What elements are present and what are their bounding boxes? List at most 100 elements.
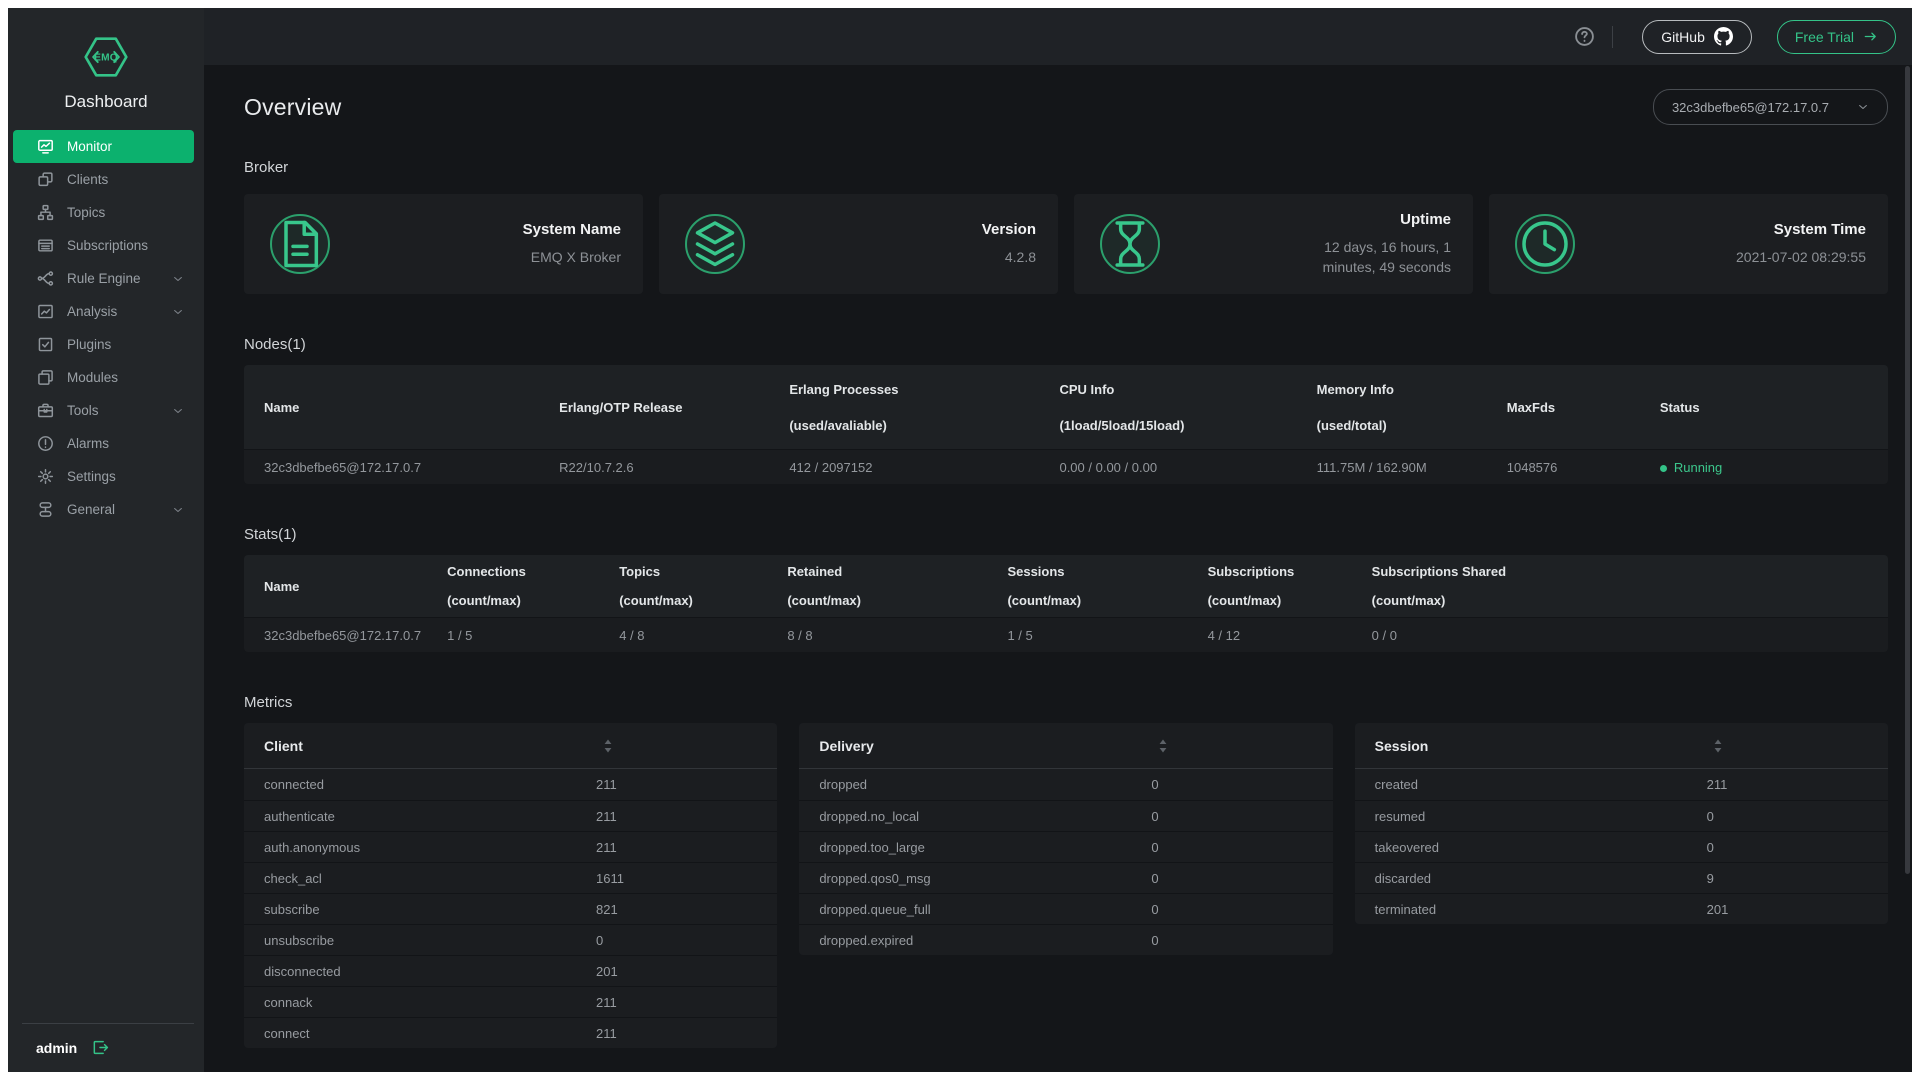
- metric-row: dropped.too_large0: [799, 831, 1332, 862]
- node-selector-dropdown[interactable]: 32c3dbefbe65@172.17.0.7: [1653, 89, 1888, 125]
- free-trial-button[interactable]: Free Trial: [1777, 20, 1896, 54]
- scrollbar[interactable]: [1905, 66, 1910, 874]
- chevron-down-icon: [172, 504, 184, 516]
- sidebar-item-plugins[interactable]: Plugins: [13, 328, 194, 361]
- status-dot: [1660, 465, 1667, 472]
- sort-icon[interactable]: [1158, 738, 1168, 754]
- sidebar-item-label: Clients: [67, 172, 108, 187]
- table-cell: 412 / 2097152: [769, 460, 1039, 475]
- column-subtitle: (count/max): [1007, 593, 1177, 608]
- help-icon[interactable]: [1574, 26, 1595, 47]
- hourglass-icon: [1100, 214, 1160, 274]
- metric-row: discarded9: [1355, 862, 1888, 893]
- metric-name: dropped.expired: [799, 933, 1151, 948]
- column-header: Connections(count/max): [427, 555, 599, 617]
- emqx-logo[interactable]: EMQ: [77, 32, 135, 82]
- github-button[interactable]: GitHub: [1642, 20, 1752, 54]
- metric-name: created: [1355, 777, 1707, 792]
- topbar-divider: [1612, 26, 1613, 48]
- table-header: NameErlang/OTP ReleaseErlang Processes(u…: [244, 365, 1888, 449]
- table-cell: 1 / 5: [987, 628, 1187, 643]
- metrics-table-title: Delivery: [819, 738, 1158, 754]
- metric-value: 201: [1707, 902, 1888, 917]
- column-title: Subscriptions Shared: [1372, 564, 1878, 579]
- table-cell: R22/10.7.2.6: [539, 460, 769, 475]
- monitor-icon: [37, 138, 54, 155]
- column-title: Topics: [619, 564, 757, 579]
- broker-cards: System NameEMQ X BrokerVersion4.2.8Uptim…: [244, 194, 1888, 294]
- sidebar-item-settings[interactable]: Settings: [13, 460, 194, 493]
- overview-page: Overview 32c3dbefbe65@172.17.0.7 Broker …: [204, 65, 1912, 1072]
- dashboard-title: Dashboard: [8, 92, 204, 112]
- metric-name: unsubscribe: [244, 933, 596, 948]
- settings-icon: [37, 468, 54, 485]
- sort-icon[interactable]: [603, 738, 613, 754]
- column-subtitle: (1load/5load/15load): [1059, 418, 1286, 433]
- column-header: CPU Info (1load/5load/15load): [1039, 365, 1296, 449]
- metrics-table-client: Clientconnected211authenticate211auth.an…: [244, 723, 777, 1048]
- sidebar-item-label: Alarms: [67, 436, 109, 451]
- column-title: MaxFds: [1507, 400, 1630, 415]
- broker-card-value: 2021-07-02 08:29:55: [1736, 247, 1866, 267]
- metric-value: 0: [1151, 840, 1332, 855]
- metric-row: connect211: [244, 1017, 777, 1048]
- clients-icon: [37, 171, 54, 188]
- metric-row: subscribe821: [244, 893, 777, 924]
- broker-section-title: Broker: [244, 159, 1888, 176]
- column-header: Subscriptions(count/max): [1188, 555, 1352, 617]
- column-subtitle: (count/max): [447, 593, 589, 608]
- broker-card-text: System Time 2021-07-02 08:29:55: [1736, 221, 1866, 267]
- sidebar-item-clients[interactable]: Clients: [13, 163, 194, 196]
- table-cell: 8 / 8: [767, 628, 987, 643]
- table-cell: 32c3dbefbe65@172.17.0.7: [244, 628, 427, 643]
- user-bar: admin: [8, 1023, 204, 1072]
- sidebar-item-subscriptions[interactable]: Subscriptions: [13, 229, 194, 262]
- sidebar-item-analysis[interactable]: Analysis: [13, 295, 194, 328]
- topbar: GitHub Free Trial: [204, 8, 1912, 65]
- metric-value: 211: [1707, 777, 1888, 792]
- metric-value: 821: [596, 902, 777, 917]
- metric-row: created211: [1355, 769, 1888, 800]
- sidebar-item-general[interactable]: General: [13, 493, 194, 526]
- metric-row: dropped.expired0: [799, 924, 1332, 955]
- general-icon: [37, 501, 54, 518]
- metric-name: connected: [244, 777, 596, 792]
- sidebar-item-tools[interactable]: Tools: [13, 394, 194, 427]
- stats-section: Stats(1) NameConnections(count/max)Topic…: [244, 526, 1888, 652]
- github-button-label: GitHub: [1661, 29, 1705, 45]
- broker-section: Broker System NameEMQ X BrokerVersion4.2…: [244, 159, 1888, 294]
- table-cell: 32c3dbefbe65@172.17.0.7: [244, 460, 539, 475]
- sidebar-item-label: Monitor: [67, 139, 112, 154]
- metrics-table-title: Session: [1375, 738, 1714, 754]
- main-area: GitHub Free Trial Overview 32c3dbefbe65@…: [204, 8, 1912, 1072]
- metric-row: authenticate211: [244, 800, 777, 831]
- broker-card-value: 12 days, 16 hours, 1 minutes, 49 seconds: [1276, 237, 1451, 278]
- column-title: Retained: [787, 564, 977, 579]
- metric-value: 9: [1707, 871, 1888, 886]
- metric-row: terminated201: [1355, 893, 1888, 924]
- table-cell: 1048576: [1487, 460, 1640, 475]
- metric-row: connack211: [244, 986, 777, 1017]
- metrics-table-header: Session: [1355, 723, 1888, 769]
- sidebar-item-rule-engine[interactable]: Rule Engine: [13, 262, 194, 295]
- sort-icon[interactable]: [1713, 738, 1723, 754]
- sidebar-menu: Monitor Clients TopicsSubscriptionsRule En…: [8, 130, 204, 1023]
- metric-name: discarded: [1355, 871, 1707, 886]
- metric-value: 211: [596, 777, 777, 792]
- sidebar-item-topics[interactable]: Topics: [13, 196, 194, 229]
- metric-name: takeovered: [1355, 840, 1707, 855]
- metric-name: disconnected: [244, 964, 596, 979]
- nodes-table: NameErlang/OTP ReleaseErlang Processes(u…: [244, 365, 1888, 484]
- table-cell: 1 / 5: [427, 628, 599, 643]
- metric-row: resumed0: [1355, 800, 1888, 831]
- logout-icon[interactable]: [92, 1039, 109, 1056]
- sidebar-item-alarms[interactable]: Alarms: [13, 427, 194, 460]
- sidebar-item-modules[interactable]: Modules: [13, 361, 194, 394]
- broker-card-title: System Time: [1736, 221, 1866, 238]
- broker-card-title: System Name: [523, 221, 621, 238]
- analysis-icon: [37, 303, 54, 320]
- column-title: CPU Info: [1059, 382, 1286, 397]
- arrow-right-icon: [1863, 29, 1878, 44]
- sidebar-item-monitor[interactable]: Monitor: [13, 130, 194, 163]
- chevron-down-icon: [1857, 101, 1869, 113]
